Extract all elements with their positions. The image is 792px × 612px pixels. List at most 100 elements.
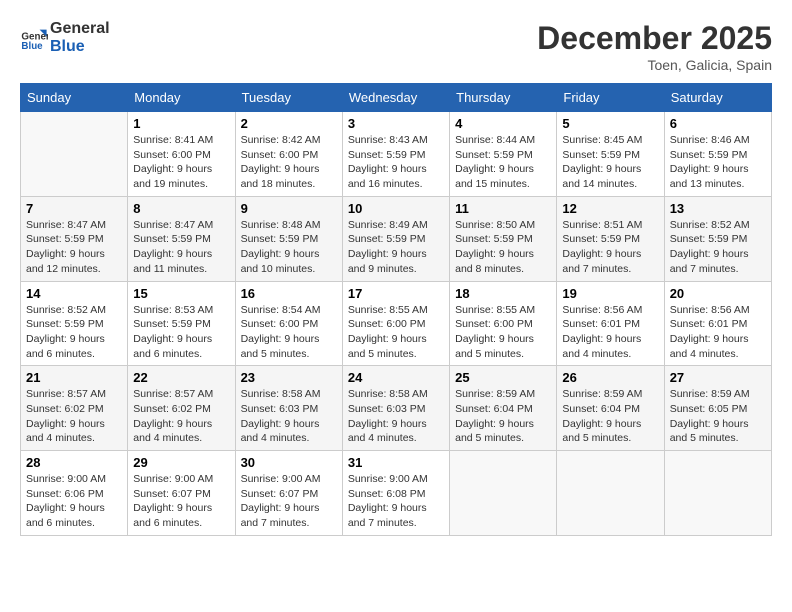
calendar-day: [450, 451, 557, 536]
day-number: 1: [133, 116, 229, 131]
calendar-day: 18 Sunrise: 8:55 AMSunset: 6:00 PMDaylig…: [450, 281, 557, 366]
calendar-day: 29 Sunrise: 9:00 AMSunset: 6:07 PMDaylig…: [128, 451, 235, 536]
day-number: 15: [133, 286, 229, 301]
calendar-day: 4 Sunrise: 8:44 AMSunset: 5:59 PMDayligh…: [450, 112, 557, 197]
calendar-header: SundayMondayTuesdayWednesdayThursdayFrid…: [21, 84, 772, 112]
day-info: Sunrise: 8:48 AMSunset: 5:59 PMDaylight:…: [241, 218, 337, 277]
day-info: Sunrise: 8:49 AMSunset: 5:59 PMDaylight:…: [348, 218, 444, 277]
calendar-day: 28 Sunrise: 9:00 AMSunset: 6:06 PMDaylig…: [21, 451, 128, 536]
day-number: 10: [348, 201, 444, 216]
calendar-week: 14 Sunrise: 8:52 AMSunset: 5:59 PMDaylig…: [21, 281, 772, 366]
day-info: Sunrise: 8:55 AMSunset: 6:00 PMDaylight:…: [455, 303, 551, 362]
weekday-header: Thursday: [450, 84, 557, 112]
day-info: Sunrise: 8:52 AMSunset: 5:59 PMDaylight:…: [670, 218, 766, 277]
calendar-day: 23 Sunrise: 8:58 AMSunset: 6:03 PMDaylig…: [235, 366, 342, 451]
logo-line1: General: [50, 20, 110, 38]
calendar-day: 10 Sunrise: 8:49 AMSunset: 5:59 PMDaylig…: [342, 196, 449, 281]
calendar-day: 2 Sunrise: 8:42 AMSunset: 6:00 PMDayligh…: [235, 112, 342, 197]
day-info: Sunrise: 8:54 AMSunset: 6:00 PMDaylight:…: [241, 303, 337, 362]
day-number: 25: [455, 370, 551, 385]
calendar-day: 5 Sunrise: 8:45 AMSunset: 5:59 PMDayligh…: [557, 112, 664, 197]
day-number: 22: [133, 370, 229, 385]
day-number: 4: [455, 116, 551, 131]
calendar-day: 11 Sunrise: 8:50 AMSunset: 5:59 PMDaylig…: [450, 196, 557, 281]
calendar-day: 15 Sunrise: 8:53 AMSunset: 5:59 PMDaylig…: [128, 281, 235, 366]
day-number: 12: [562, 201, 658, 216]
day-number: 29: [133, 455, 229, 470]
day-info: Sunrise: 8:57 AMSunset: 6:02 PMDaylight:…: [26, 387, 122, 446]
day-number: 30: [241, 455, 337, 470]
day-number: 5: [562, 116, 658, 131]
calendar-week: 1 Sunrise: 8:41 AMSunset: 6:00 PMDayligh…: [21, 112, 772, 197]
weekday-header: Saturday: [664, 84, 771, 112]
day-info: Sunrise: 8:47 AMSunset: 5:59 PMDaylight:…: [26, 218, 122, 277]
day-number: 31: [348, 455, 444, 470]
calendar-day: 22 Sunrise: 8:57 AMSunset: 6:02 PMDaylig…: [128, 366, 235, 451]
day-info: Sunrise: 9:00 AMSunset: 6:07 PMDaylight:…: [241, 472, 337, 531]
day-number: 7: [26, 201, 122, 216]
calendar-day: 14 Sunrise: 8:52 AMSunset: 5:59 PMDaylig…: [21, 281, 128, 366]
calendar-day: 3 Sunrise: 8:43 AMSunset: 5:59 PMDayligh…: [342, 112, 449, 197]
day-info: Sunrise: 8:56 AMSunset: 6:01 PMDaylight:…: [562, 303, 658, 362]
day-number: 11: [455, 201, 551, 216]
day-info: Sunrise: 8:43 AMSunset: 5:59 PMDaylight:…: [348, 133, 444, 192]
calendar-day: 24 Sunrise: 8:58 AMSunset: 6:03 PMDaylig…: [342, 366, 449, 451]
day-number: 27: [670, 370, 766, 385]
calendar-day: 25 Sunrise: 8:59 AMSunset: 6:04 PMDaylig…: [450, 366, 557, 451]
day-number: 28: [26, 455, 122, 470]
calendar-week: 7 Sunrise: 8:47 AMSunset: 5:59 PMDayligh…: [21, 196, 772, 281]
day-info: Sunrise: 9:00 AMSunset: 6:06 PMDaylight:…: [26, 472, 122, 531]
calendar-day: 31 Sunrise: 9:00 AMSunset: 6:08 PMDaylig…: [342, 451, 449, 536]
day-info: Sunrise: 8:45 AMSunset: 5:59 PMDaylight:…: [562, 133, 658, 192]
day-number: 14: [26, 286, 122, 301]
calendar-day: 9 Sunrise: 8:48 AMSunset: 5:59 PMDayligh…: [235, 196, 342, 281]
day-info: Sunrise: 8:53 AMSunset: 5:59 PMDaylight:…: [133, 303, 229, 362]
calendar-day: 16 Sunrise: 8:54 AMSunset: 6:00 PMDaylig…: [235, 281, 342, 366]
calendar-day: 12 Sunrise: 8:51 AMSunset: 5:59 PMDaylig…: [557, 196, 664, 281]
day-info: Sunrise: 8:41 AMSunset: 6:00 PMDaylight:…: [133, 133, 229, 192]
day-number: 20: [670, 286, 766, 301]
calendar-day: [21, 112, 128, 197]
svg-text:Blue: Blue: [21, 41, 43, 52]
calendar-day: 26 Sunrise: 8:59 AMSunset: 6:04 PMDaylig…: [557, 366, 664, 451]
day-info: Sunrise: 8:56 AMSunset: 6:01 PMDaylight:…: [670, 303, 766, 362]
logo: General Blue General Blue: [20, 20, 110, 56]
logo-line2: Blue: [50, 38, 110, 56]
day-info: Sunrise: 8:44 AMSunset: 5:59 PMDaylight:…: [455, 133, 551, 192]
calendar-table: SundayMondayTuesdayWednesdayThursdayFrid…: [20, 83, 772, 536]
calendar-day: 30 Sunrise: 9:00 AMSunset: 6:07 PMDaylig…: [235, 451, 342, 536]
day-info: Sunrise: 8:51 AMSunset: 5:59 PMDaylight:…: [562, 218, 658, 277]
location: Toen, Galicia, Spain: [537, 57, 772, 73]
day-number: 3: [348, 116, 444, 131]
day-info: Sunrise: 8:59 AMSunset: 6:04 PMDaylight:…: [455, 387, 551, 446]
weekday-header: Friday: [557, 84, 664, 112]
calendar-day: 8 Sunrise: 8:47 AMSunset: 5:59 PMDayligh…: [128, 196, 235, 281]
weekday-header: Sunday: [21, 84, 128, 112]
day-number: 9: [241, 201, 337, 216]
calendar-day: 6 Sunrise: 8:46 AMSunset: 5:59 PMDayligh…: [664, 112, 771, 197]
day-info: Sunrise: 8:59 AMSunset: 6:04 PMDaylight:…: [562, 387, 658, 446]
calendar-day: 27 Sunrise: 8:59 AMSunset: 6:05 PMDaylig…: [664, 366, 771, 451]
day-number: 2: [241, 116, 337, 131]
day-info: Sunrise: 8:58 AMSunset: 6:03 PMDaylight:…: [241, 387, 337, 446]
title-area: December 2025 Toen, Galicia, Spain: [537, 20, 772, 73]
logo-icon: General Blue: [20, 24, 48, 52]
calendar-week: 21 Sunrise: 8:57 AMSunset: 6:02 PMDaylig…: [21, 366, 772, 451]
day-number: 24: [348, 370, 444, 385]
day-number: 17: [348, 286, 444, 301]
calendar-day: 19 Sunrise: 8:56 AMSunset: 6:01 PMDaylig…: [557, 281, 664, 366]
day-number: 23: [241, 370, 337, 385]
calendar-day: 13 Sunrise: 8:52 AMSunset: 5:59 PMDaylig…: [664, 196, 771, 281]
calendar-week: 28 Sunrise: 9:00 AMSunset: 6:06 PMDaylig…: [21, 451, 772, 536]
calendar-day: 7 Sunrise: 8:47 AMSunset: 5:59 PMDayligh…: [21, 196, 128, 281]
calendar-day: [557, 451, 664, 536]
day-info: Sunrise: 9:00 AMSunset: 6:07 PMDaylight:…: [133, 472, 229, 531]
day-number: 6: [670, 116, 766, 131]
weekday-header: Monday: [128, 84, 235, 112]
day-number: 13: [670, 201, 766, 216]
day-info: Sunrise: 8:50 AMSunset: 5:59 PMDaylight:…: [455, 218, 551, 277]
page-header: General Blue General Blue December 2025 …: [20, 20, 772, 73]
day-info: Sunrise: 8:57 AMSunset: 6:02 PMDaylight:…: [133, 387, 229, 446]
day-number: 26: [562, 370, 658, 385]
weekday-header: Wednesday: [342, 84, 449, 112]
